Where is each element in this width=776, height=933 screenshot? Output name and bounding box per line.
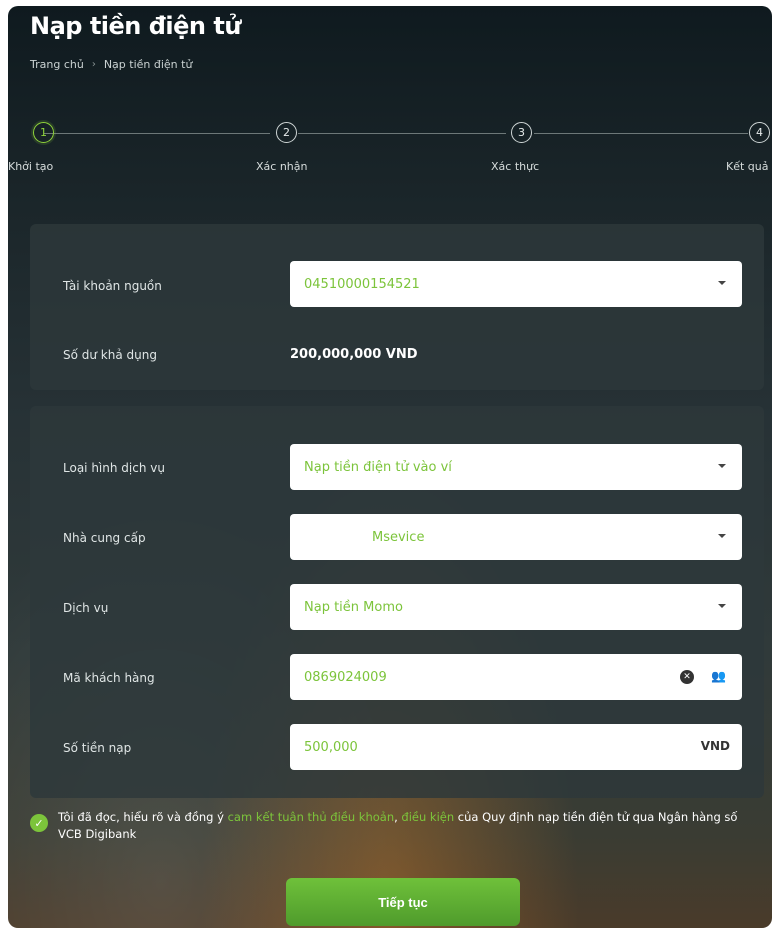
provider-value: Msevice (372, 529, 425, 545)
provider-label: Nhà cung cấp (63, 531, 146, 545)
chevron-down-icon (718, 604, 726, 608)
provider-select[interactable]: Msevice (290, 514, 742, 560)
amount-unit: VND (700, 739, 730, 753)
consent-checkbox[interactable]: ✓ (30, 814, 48, 832)
step-4-label: Kết quả (726, 160, 769, 173)
step-2-label: Xác nhận (256, 160, 308, 173)
breadcrumb-current: Nạp tiền điện tử (103, 58, 193, 71)
amount-label: Số tiền nạp (63, 741, 132, 755)
stepper: 1 2 3 4 Khởi tạo Xác nhận Xác thực Kết q… (8, 114, 772, 174)
main-card: Nạp tiền điện tử Trang chủ › Nạp tiền đi… (8, 6, 772, 928)
customer-code-label: Mã khách hàng (63, 671, 155, 685)
chevron-down-icon (718, 464, 726, 468)
source-account-label: Tài khoản nguồn (63, 279, 162, 293)
step-3-label: Xác thực (491, 160, 540, 173)
step-1-label: Khởi tạo (8, 160, 54, 173)
step-4-indicator: 4 (749, 122, 770, 143)
service-label: Dịch vụ (63, 601, 109, 615)
breadcrumb: Trang chủ › Nạp tiền điện tử (30, 58, 192, 71)
amount-value: 500,000 (304, 739, 358, 755)
page-title: Nạp tiền điện tử (30, 12, 241, 40)
clear-icon[interactable]: ✕ (680, 670, 694, 684)
consent-text: Tôi đã đọc, hiểu rõ và đồng ý cam kết tu… (58, 809, 758, 843)
customer-code-input[interactable]: 0869024009 ✕ 👥 (290, 654, 742, 700)
step-connector (44, 133, 270, 134)
balance-value: 200,000,000 VND (290, 347, 418, 362)
service-type-label: Loại hình dịch vụ (63, 461, 165, 475)
service-type-select[interactable]: Nạp tiền điện tử vào ví (290, 444, 742, 490)
check-icon: ✓ (34, 816, 44, 830)
step-connector (534, 133, 748, 134)
source-account-select[interactable]: 04510000154521 (290, 261, 742, 307)
conditions-link[interactable]: điều kiện (401, 810, 454, 824)
source-account-panel: Tài khoản nguồn 04510000154521 Số dư khả… (30, 224, 764, 390)
chevron-down-icon (718, 534, 726, 538)
source-account-value: 04510000154521 (304, 276, 420, 292)
amount-input[interactable]: 500,000 VND (290, 724, 742, 770)
consent-text-before: Tôi đã đọc, hiểu rõ và đồng ý (58, 810, 228, 824)
step-connector (298, 133, 506, 134)
service-form-panel: Loại hình dịch vụ Nạp tiền điện tử vào v… (30, 406, 764, 798)
customer-code-value: 0869024009 (304, 669, 387, 685)
terms-link[interactable]: cam kết tuân thủ điều khoản (228, 810, 395, 824)
continue-button[interactable]: Tiếp tục (286, 878, 520, 926)
breadcrumb-home[interactable]: Trang chủ (30, 58, 84, 71)
balance-label: Số dư khả dụng (63, 348, 157, 362)
service-type-value: Nạp tiền điện tử vào ví (304, 459, 452, 475)
step-2-indicator: 2 (276, 122, 297, 143)
service-select[interactable]: Nạp tiền Momo (290, 584, 742, 630)
service-value: Nạp tiền Momo (304, 599, 403, 615)
chevron-right-icon: › (91, 59, 96, 70)
step-1-indicator: 1 (33, 122, 54, 143)
chevron-down-icon (718, 281, 726, 285)
contacts-icon[interactable]: 👥 (711, 669, 726, 683)
step-3-indicator: 3 (511, 122, 532, 143)
